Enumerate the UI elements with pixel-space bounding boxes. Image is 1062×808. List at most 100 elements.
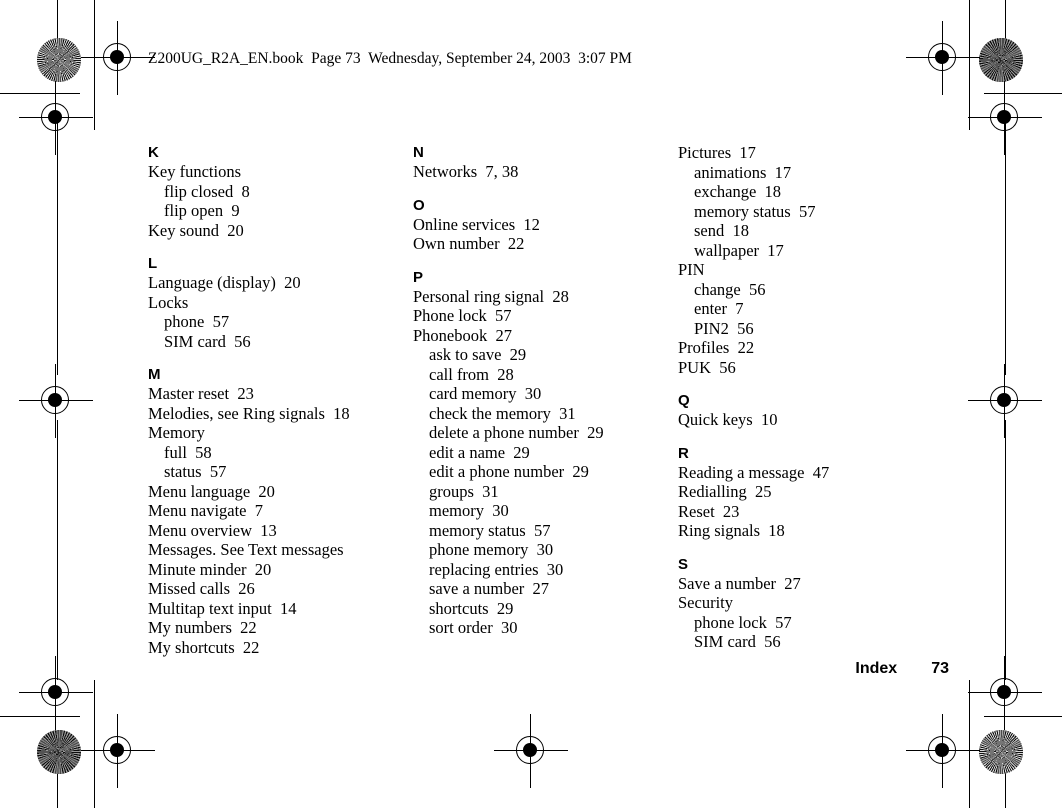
index-entry: Key functions: [148, 162, 242, 181]
registration-target-icon: [968, 364, 1042, 438]
index-subentry: memory status 57: [694, 201, 816, 221]
crop-line: [0, 716, 80, 717]
index-entry: PIN: [678, 260, 705, 279]
index-subentry: edit a name 29: [429, 442, 530, 462]
index-letter-heading: Q: [678, 392, 690, 409]
registration-target-icon: [19, 656, 93, 730]
index-letter-heading: P: [413, 268, 424, 286]
index-entry: Language (display) 20: [148, 273, 301, 292]
index-subentry: animations 17: [694, 162, 792, 182]
index-letter-heading: R: [678, 444, 689, 462]
index-subentry: status 57: [164, 462, 227, 481]
index-subentry: memory 30: [429, 501, 509, 520]
index-entry: Quick keys 10: [678, 410, 778, 429]
crop-line: [57, 115, 58, 375]
crop-line: [1005, 115, 1006, 375]
index-entry: Reset 23: [678, 501, 740, 521]
index-letter-heading: K: [148, 144, 159, 161]
index-subentry: check the memory 31: [429, 403, 576, 423]
index-entry: Save a number 27: [678, 573, 801, 593]
index-entry: Security: [678, 593, 733, 612]
index-entry: Master reset 23: [148, 384, 254, 403]
index-subentry: call from 28: [429, 364, 514, 384]
index-subentry: sort order 30: [429, 618, 518, 637]
index-entry: Messages. See Text messages: [148, 540, 344, 559]
index-subentry: replacing entries 30: [429, 559, 564, 579]
crop-line: [1005, 420, 1006, 680]
index-entry: Reading a message 47: [678, 462, 830, 482]
index-subentry: ask to save 29: [429, 345, 527, 364]
registration-target-icon: [968, 656, 1042, 730]
index-letter-heading: N: [413, 144, 424, 161]
footer-section-label: Index: [855, 660, 898, 677]
crop-line: [984, 93, 1062, 94]
star-target-icon: [979, 38, 1023, 82]
registration-target-icon: [81, 21, 155, 95]
index-subentry: wallpaper 17: [694, 240, 784, 260]
index-subentry: phone 57: [164, 312, 230, 331]
index-subentry: flip closed 8: [164, 181, 250, 201]
crop-line: [969, 0, 970, 130]
registration-target-icon: [81, 714, 155, 788]
index-subentry: exchange 18: [694, 182, 782, 201]
index-letter-heading: M: [148, 366, 161, 383]
index-entry: Memory: [148, 423, 205, 442]
file-slug-line: Z200UG_R2A_EN.book Page 73 Wednesday, Se…: [148, 50, 632, 67]
column-1: K Key functions flip closed 8 flip open 9 Ke…: [148, 143, 413, 657]
index-subentry: save a number 27: [429, 579, 550, 598]
index-entry: Phonebook 27: [413, 325, 512, 345]
index-subentry: card memory 30: [429, 384, 542, 403]
index-entry: Phone lock 57: [413, 306, 512, 325]
index-entry: Missed calls 26: [148, 579, 255, 598]
registration-target-icon: [19, 364, 93, 438]
index-subentry: groups 31: [429, 481, 499, 501]
index-subentry: delete a phone number 29: [429, 423, 604, 442]
index-entry: Minute minder 20: [148, 559, 272, 579]
crop-line: [57, 770, 58, 808]
index-letter-heading: L: [148, 255, 158, 272]
page-footer: Index 73: [855, 660, 949, 678]
index-entry: Ring signals 18: [678, 521, 785, 540]
index-entry: Profiles 22: [678, 338, 755, 357]
star-target-icon: [37, 730, 81, 774]
index-subentry: phone memory 30: [429, 540, 554, 559]
index-entry: Online services 12: [413, 214, 540, 234]
index-subentry: SIM card 56: [694, 632, 781, 651]
index-letter-heading: S: [678, 555, 689, 573]
index-entry: Menu overview 13: [148, 520, 277, 540]
index-entry: Multitap text input 14: [148, 598, 297, 618]
index-subentry: memory status 57: [429, 520, 551, 540]
star-target-icon: [979, 730, 1023, 774]
registration-target-icon: [906, 714, 980, 788]
crop-line: [1005, 0, 1006, 40]
index-columns: K Key functions flip closed 8 flip open 9 Ke…: [148, 143, 948, 657]
index-entry: Melodies, see Ring signals 18: [148, 403, 350, 423]
registration-target-icon: [494, 714, 568, 788]
registration-target-icon: [906, 21, 980, 95]
crop-line: [984, 716, 1062, 717]
index-subentry: shortcuts 29: [429, 598, 514, 618]
crop-line: [57, 0, 58, 40]
registration-target-icon: [19, 81, 93, 155]
registration-target-icon: [968, 81, 1042, 155]
index-entry: Key sound 20: [148, 220, 244, 240]
index-entry: PUK 56: [678, 357, 736, 377]
index-subentry: phone lock 57: [694, 612, 792, 632]
index-entry: My numbers 22: [148, 618, 257, 637]
column-2: N Networks 7, 38 O Online services 12 Own nu…: [413, 143, 678, 657]
index-letter-heading: O: [413, 196, 425, 214]
printed-page: Z200UG_R2A_EN.book Page 73 Wednesday, Se…: [0, 0, 1062, 808]
index-entry: Pictures 17: [678, 143, 756, 162]
index-subentry: full 58: [164, 442, 212, 462]
column-3: Pictures 17 animations 17 exchange 18 memor…: [678, 143, 948, 657]
index-subentry: PIN2 56: [694, 318, 754, 338]
index-entry: Personal ring signal 28: [413, 286, 569, 306]
index-entry: Own number 22: [413, 234, 525, 253]
crop-line: [0, 93, 80, 94]
index-subentry: send 18: [694, 221, 749, 240]
index-entry: Locks: [148, 292, 189, 312]
crop-line: [969, 680, 970, 808]
footer-page-number: 73: [931, 660, 949, 677]
star-target-icon: [37, 38, 81, 82]
index-entry: Redialling 25: [678, 482, 772, 501]
